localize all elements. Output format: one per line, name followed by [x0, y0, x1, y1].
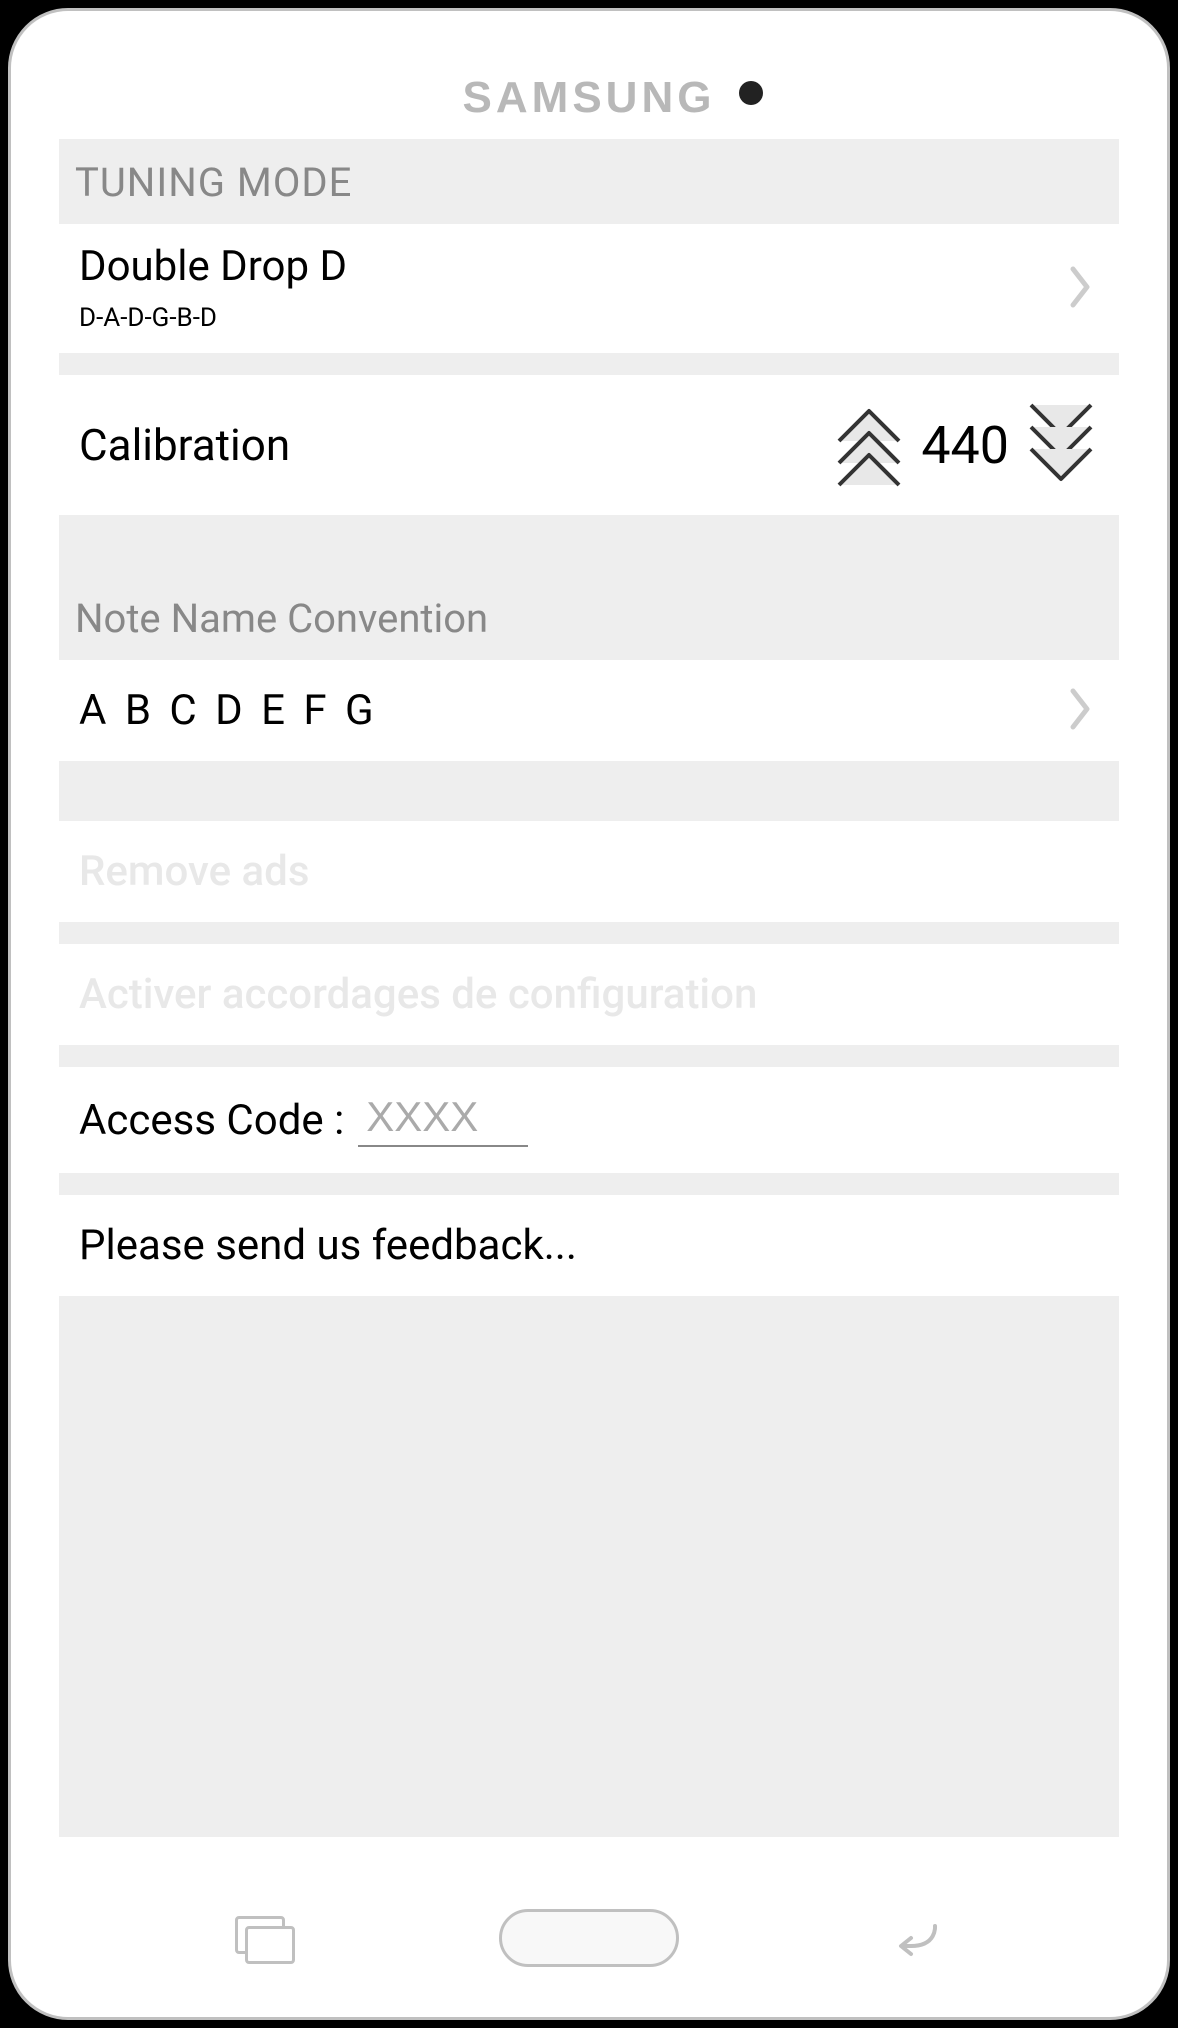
spacer	[59, 353, 1119, 375]
note-convention-value: A B C D E F G	[79, 686, 378, 735]
spacer	[59, 1045, 1119, 1067]
tablet-inner: SAMSUNG TUNING MODE Double Drop D D-A-D-…	[11, 11, 1167, 2017]
spacer	[59, 515, 1119, 575]
home-button[interactable]	[499, 1909, 679, 1967]
remove-ads-label: Remove ads	[79, 847, 309, 896]
calibration-value: 440	[921, 415, 1009, 476]
activate-configs-row[interactable]: Activer accordages de configuration	[59, 944, 1119, 1045]
feedback-label: Please send us feedback...	[79, 1221, 577, 1270]
access-code-input[interactable]	[358, 1093, 528, 1147]
activate-configs-label: Activer accordages de configuration	[79, 970, 757, 1019]
recent-apps-button[interactable]	[235, 1916, 291, 1960]
remove-ads-row[interactable]: Remove ads	[59, 821, 1119, 922]
back-button[interactable]	[887, 1916, 943, 1960]
section-header-tuning-mode: TUNING MODE	[59, 139, 1119, 224]
chevron-right-icon	[1067, 265, 1095, 313]
app-screen: TUNING MODE Double Drop D D-A-D-G-B-D Ca…	[59, 139, 1119, 1837]
access-code-label: Access Code :	[79, 1096, 344, 1145]
feedback-row[interactable]: Please send us feedback...	[59, 1195, 1119, 1296]
access-code-row: Access Code :	[59, 1067, 1119, 1173]
section-header-note-convention: Note Name Convention	[59, 575, 1119, 660]
calibration-down-button[interactable]	[1023, 401, 1099, 489]
spacer	[59, 1173, 1119, 1195]
device-nav-bar	[11, 1909, 1167, 1967]
tablet-frame: SAMSUNG TUNING MODE Double Drop D D-A-D-…	[8, 8, 1170, 2020]
note-convention-row[interactable]: A B C D E F G	[59, 660, 1119, 761]
calibration-row: Calibration 440	[59, 375, 1119, 515]
calibration-up-button[interactable]	[831, 401, 907, 489]
tuning-mode-notes: D-A-D-G-B-D	[79, 303, 217, 333]
camera-icon	[739, 81, 763, 105]
spacer	[59, 922, 1119, 944]
calibration-controls: 440	[831, 401, 1099, 489]
tuning-mode-row[interactable]: Double Drop D D-A-D-G-B-D	[59, 224, 1119, 353]
tuning-mode-name: Double Drop D	[79, 242, 347, 291]
calibration-label: Calibration	[79, 419, 831, 471]
chevron-right-icon	[1067, 687, 1095, 735]
brand-logo: SAMSUNG	[463, 73, 716, 123]
spacer	[59, 761, 1119, 821]
